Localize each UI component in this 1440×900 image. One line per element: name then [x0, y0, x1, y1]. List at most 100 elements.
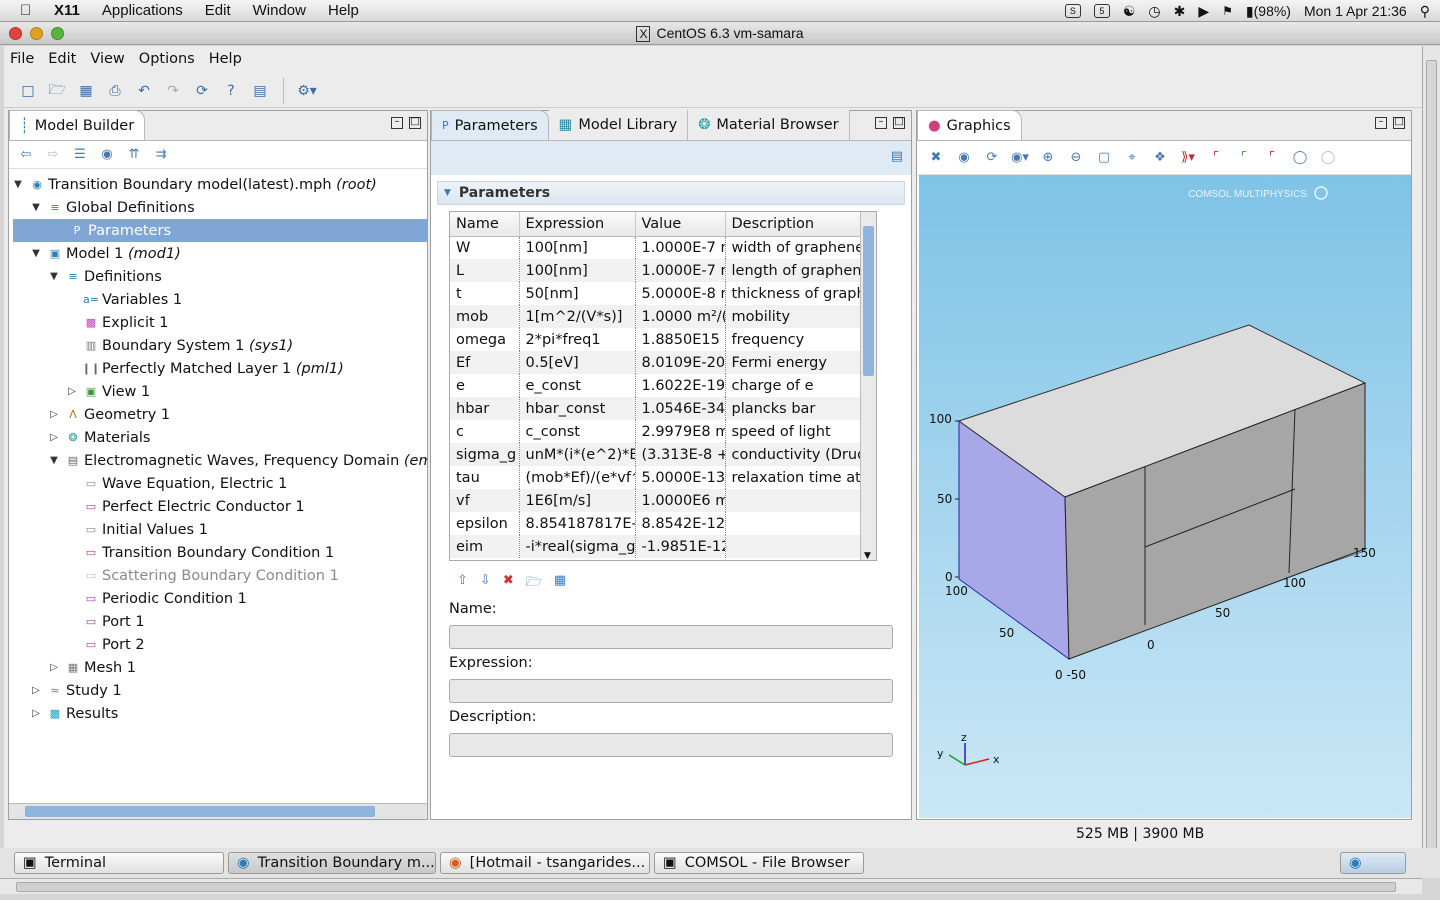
tab-graphics[interactable]: ● Graphics	[917, 110, 1022, 140]
table-cell[interactable]: relaxation time at T=	[725, 466, 876, 489]
scroll-thumb[interactable]	[1426, 60, 1437, 850]
table-cell[interactable]: (3.313E-8 + 1i)	[635, 443, 726, 466]
move-down-icon[interactable]: ⇩	[480, 573, 491, 595]
menu-window[interactable]: Window	[253, 2, 306, 19]
table-row[interactable]: cc_const2.9979E8 m/sspeed of light	[450, 420, 876, 443]
skype-icon[interactable]: S	[1064, 4, 1081, 18]
chevron-down-icon[interactable]: ▼	[864, 551, 871, 560]
table-cell[interactable]	[725, 512, 876, 535]
task-tray[interactable]: ◉	[1340, 852, 1406, 874]
table-row[interactable]: t50[nm]5.0000E-8 mthickness of graphene	[450, 282, 876, 305]
horizontal-scrollbar[interactable]	[9, 803, 427, 819]
table-row[interactable]: Ef 0.5[eV] 8.0109E-20 J Fermi energy	[450, 351, 876, 374]
table-cell[interactable]: hbar	[450, 397, 520, 420]
table-cell[interactable]: 1.0546E-34 J·s	[635, 397, 726, 420]
task-browser[interactable]: ◉ [Hotmail - tsangarides...	[440, 852, 650, 874]
column-header-value[interactable]: Value	[635, 212, 726, 237]
expression-field[interactable]	[449, 679, 893, 703]
tree-node-model-1[interactable]: ▼ ▣ Model 1 (mod1)	[29, 242, 181, 265]
table-cell[interactable]: 8.854187817E-12	[519, 512, 636, 535]
table-row[interactable]: sigma_gunM*(i*(e^2)*Ef(3.313E-8 + 1i)con…	[450, 443, 876, 466]
table-cell[interactable]: t	[450, 282, 520, 305]
view-xy-icon[interactable]: ⌜	[1207, 149, 1225, 167]
table-cell[interactable]: epsilon	[450, 512, 520, 535]
battery-icon[interactable]: ▮(98%)	[1246, 3, 1291, 20]
print-icon[interactable]: ◯	[1319, 149, 1337, 167]
menu-help[interactable]: Help	[328, 2, 359, 19]
chevron-down-icon[interactable]: ▼	[47, 271, 61, 282]
vertical-scrollbar[interactable]: ▼	[860, 212, 876, 560]
tree-node-periodic[interactable]: ▭ Periodic Condition 1	[83, 587, 247, 610]
tree-node-pec[interactable]: ▭ Perfect Electric Conductor 1	[83, 495, 305, 518]
refresh-icon[interactable]: ⟳	[192, 81, 212, 101]
table-cell[interactable]: -1.9851E-12	[635, 535, 726, 558]
minimize-icon[interactable]: –	[875, 117, 887, 129]
table-cell[interactable]: L	[450, 259, 520, 282]
task-comsol[interactable]: ◉ Transition Boundary m...	[228, 852, 436, 874]
table-row[interactable]: W100[nm]1.0000E-7 mwidth of graphene	[450, 236, 876, 259]
zoom-extents-icon[interactable]: ❖	[1151, 149, 1169, 167]
show-icon[interactable]: ◉	[98, 146, 116, 164]
table-cell[interactable]: e	[450, 374, 520, 397]
table-cell[interactable]: vf	[450, 489, 520, 512]
maximize-icon[interactable]: □	[893, 117, 905, 129]
tree-node-wave-equation[interactable]: ▭ Wave Equation, Electric 1	[83, 472, 288, 495]
list-icon[interactable]: ⇉	[152, 146, 170, 164]
axis-dropdown-icon[interactable]: ⟫▾	[1179, 149, 1197, 167]
table-cell[interactable]: speed of light	[725, 420, 876, 443]
minimize-icon[interactable]: –	[1375, 117, 1387, 129]
tree-node-pml-1[interactable]: ❙❙ Perfectly Matched Layer 1 (pml1)	[82, 357, 344, 380]
table-cell[interactable]: 8.0109E-20 J	[635, 351, 726, 374]
tree-node-results[interactable]: ▷ ▩ Results	[29, 702, 118, 725]
load-from-file-icon[interactable]: 🗁	[526, 573, 542, 595]
column-header-description[interactable]: Description	[725, 212, 876, 237]
tab-material-browser[interactable]: ❂ Material Browser	[688, 110, 850, 140]
chevron-right-icon[interactable]: ▷	[65, 386, 79, 397]
table-cell[interactable]: c	[450, 420, 520, 443]
table-cell[interactable]: width of graphene	[725, 236, 876, 259]
tree-node-port-2[interactable]: ▭ Port 2	[83, 633, 145, 656]
apple-icon[interactable]: 	[20, 2, 40, 19]
volume-icon[interactable]: ▶	[1198, 3, 1209, 20]
zoom-selected-icon[interactable]: ⌖	[1123, 149, 1141, 167]
show-icon[interactable]: ◉	[955, 149, 973, 167]
delete-icon[interactable]: ✖	[503, 573, 514, 595]
chevron-down-icon[interactable]: ▼	[29, 248, 43, 259]
zoom-box-icon[interactable]: ▢	[1095, 149, 1113, 167]
new-file-icon[interactable]: □	[18, 81, 38, 101]
tree-node-study-1[interactable]: ▷ ≈ Study 1	[29, 679, 122, 702]
table-cell[interactable]: mob	[450, 305, 520, 328]
wifi-icon[interactable]: ☯	[1123, 3, 1136, 20]
table-cell[interactable]: 1.6022E-19 C	[635, 374, 726, 397]
tree-node-mesh-1[interactable]: ▷ ▦ Mesh 1	[47, 656, 136, 679]
table-cell[interactable]: 1.8850E15 1/s	[635, 328, 726, 351]
refresh-icon[interactable]: ⟳	[983, 149, 1001, 167]
tree-node-materials[interactable]: ▷ ❂ Materials	[47, 426, 150, 449]
section-parameters[interactable]: ▼ Parameters	[437, 181, 905, 205]
table-row[interactable]: eim -i*real(sigma_g) -1.9851E-12	[450, 535, 876, 558]
zoom-in-icon[interactable]: ⊕	[1039, 149, 1057, 167]
chevron-right-icon[interactable]: ▷	[47, 662, 61, 673]
table-row[interactable]: mob1[m^2/(V*s)]1.0000 m²/(V·s)mobility	[450, 305, 876, 328]
chevron-right-icon[interactable]: ▷	[47, 432, 61, 443]
tree-node-initial-values[interactable]: ▭ Initial Values 1	[83, 518, 208, 541]
table-cell[interactable]: 100[nm]	[519, 236, 636, 259]
tree-node-explicit-1[interactable]: ▩ Explicit 1	[83, 311, 169, 334]
windows-dropdown-icon[interactable]: ⚙▾	[297, 81, 317, 101]
shield-icon[interactable]: 5	[1093, 4, 1110, 18]
description-field[interactable]	[449, 733, 893, 757]
geometry-view[interactable]: COMSOL MULTIPHYSICS 100 50 0 100 50 0 -5…	[919, 175, 1411, 818]
view-yz-icon[interactable]: ⌜	[1235, 149, 1253, 167]
minimize-icon[interactable]	[30, 27, 43, 40]
minimize-icon[interactable]: –	[391, 117, 403, 129]
undo-icon[interactable]: ↶	[134, 81, 154, 101]
tree-node-tbc[interactable]: ▭ Transition Boundary Condition 1	[83, 541, 334, 564]
tab-parameters[interactable]: P Parameters	[431, 110, 549, 140]
menu-view[interactable]: View	[90, 51, 124, 67]
tree-node-definitions[interactable]: ▼ ≡ Definitions	[47, 265, 162, 288]
time-machine-icon[interactable]: ◷	[1148, 3, 1160, 20]
table-cell[interactable]: 100[nm]	[519, 259, 636, 282]
menu-applications[interactable]: Applications	[102, 2, 183, 19]
table-cell[interactable]: 1.0000E6 m/s	[635, 489, 726, 512]
save-icon[interactable]: ▦	[76, 81, 96, 101]
